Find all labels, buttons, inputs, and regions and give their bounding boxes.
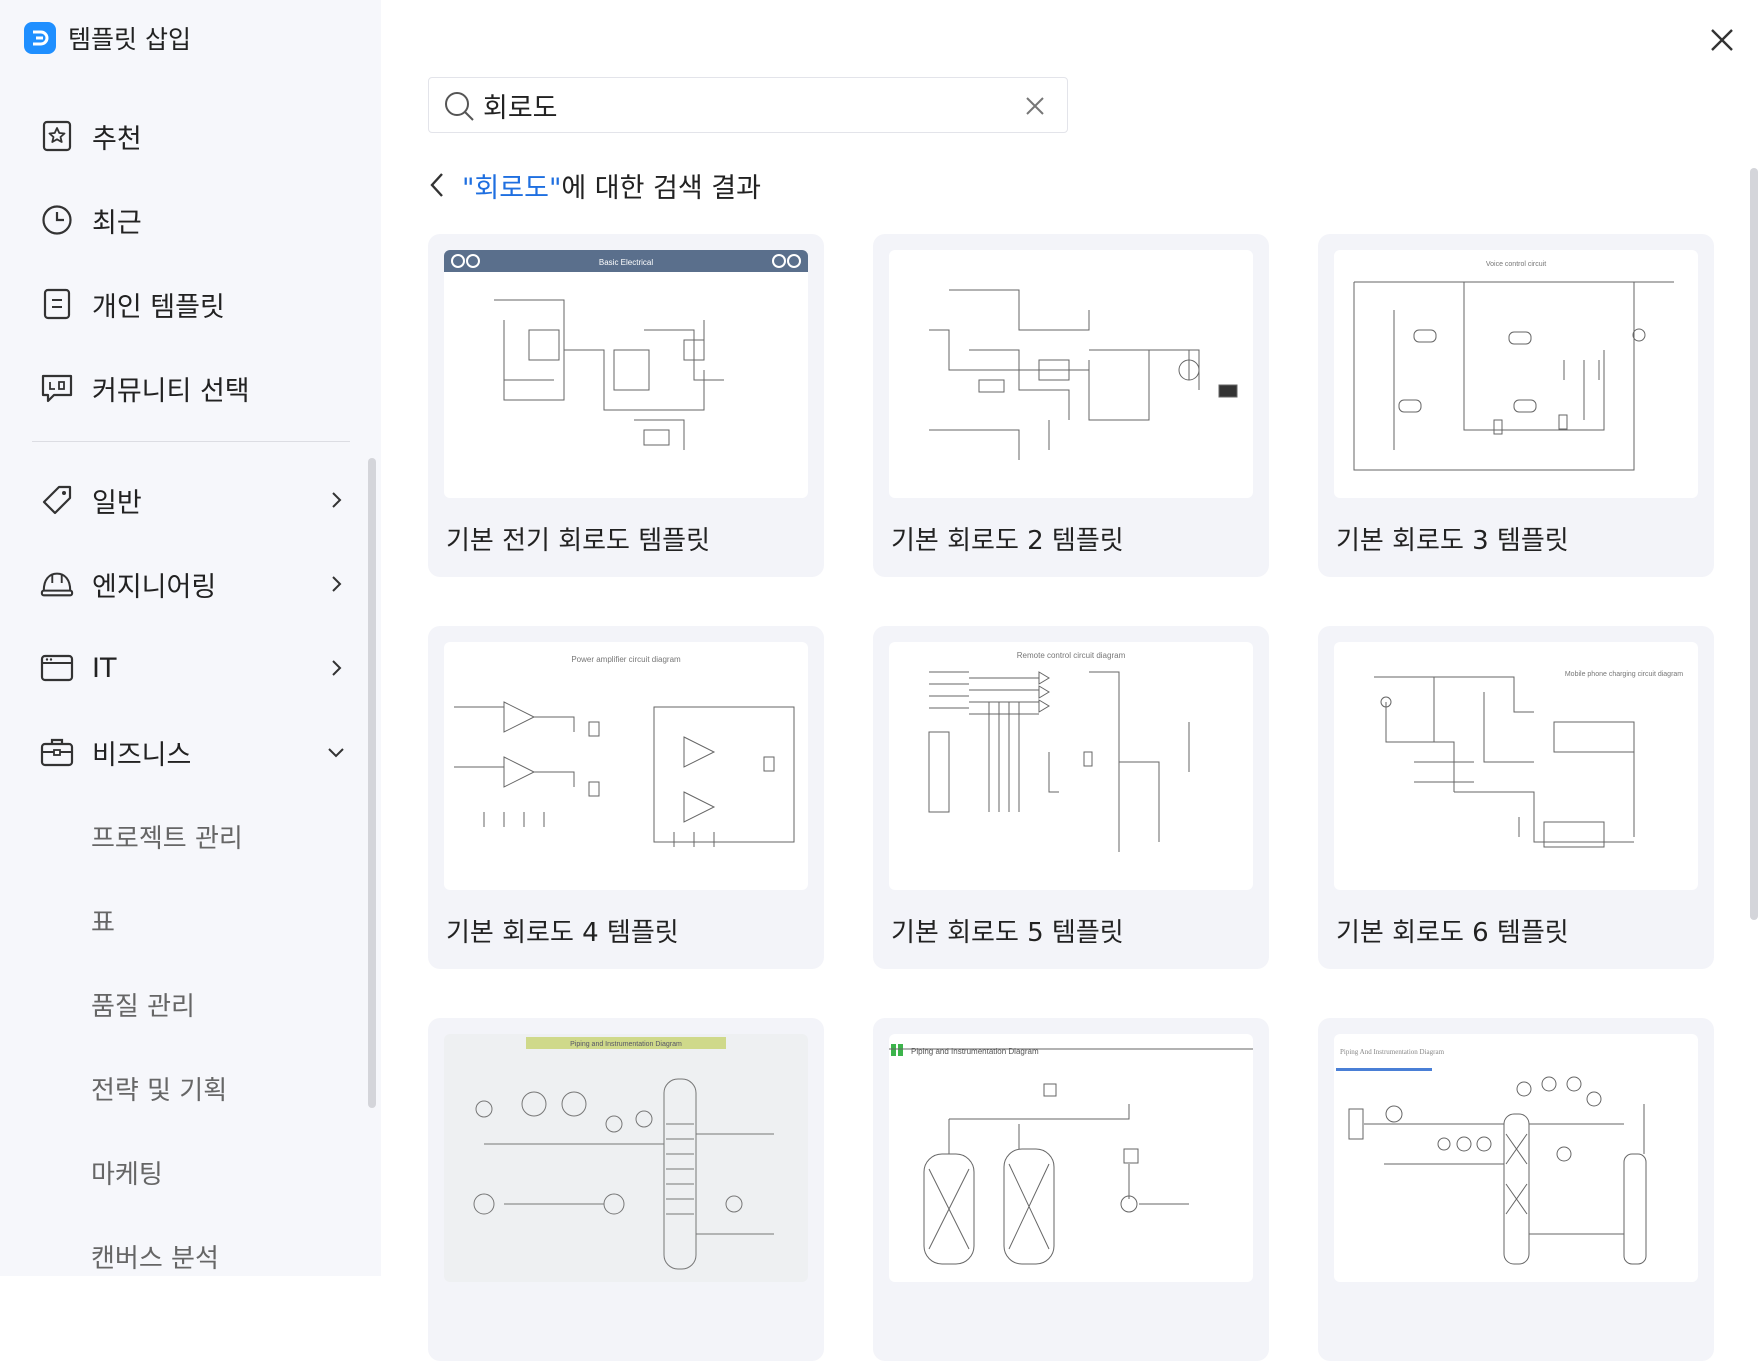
- app-title: 템플릿 삽입: [68, 25, 191, 54]
- subcategory-canvas-analysis[interactable]: 캔버스 분석: [91, 1231, 219, 1281]
- nav-item-personal-templates[interactable]: 개인 템플릿: [40, 276, 350, 332]
- nav-item-community[interactable]: 커뮤니티 선택: [40, 360, 350, 416]
- template-card[interactable]: Mobile phone charging circuit diagram 기본…: [1318, 626, 1714, 969]
- template-thumbnail: Remote control circuit diagram: [889, 642, 1253, 890]
- sidebar-divider: [32, 441, 350, 442]
- search-result-heading: "회로도" 에 대한 검색 결과: [428, 164, 761, 206]
- app-logo-icon: [24, 22, 56, 54]
- template-thumbnail: Piping and Instrumentation Diagram: [889, 1034, 1253, 1282]
- template-thumbnail: Piping and Instrumentation Diagram: [444, 1034, 808, 1282]
- subcategory-table[interactable]: 표: [91, 895, 115, 945]
- thumbnail-title: Piping And Instrumentation Diagram: [1340, 1048, 1445, 1056]
- template-card[interactable]: Remote control circuit diagram 기본 회로도 5 …: [873, 626, 1269, 969]
- template-card[interactable]: Piping and Instrumentation Diagram: [873, 1018, 1269, 1361]
- sidebar: 템플릿 삽입 추천 최근 개인 템플릿 커뮤니티 선택 일반 엔지니어링 IT …: [0, 0, 381, 1276]
- results-scrollbar[interactable]: [1750, 168, 1758, 920]
- template-title: 기본 회로도 4 템플릿: [446, 918, 679, 948]
- template-thumbnail: Piping And Instrumentation Diagram: [1334, 1034, 1698, 1282]
- hard-hat-icon: [40, 567, 74, 601]
- clear-search-button[interactable]: [1019, 90, 1051, 122]
- category-label: IT: [92, 652, 117, 684]
- close-icon: [1711, 29, 1733, 51]
- template-title: 기본 전기 회로도 템플릿: [446, 526, 710, 556]
- template-thumbnail: [889, 250, 1253, 498]
- subcategory-marketing[interactable]: 마케팅: [91, 1147, 163, 1197]
- thumbnail-title: Remote control circuit diagram: [1017, 651, 1126, 660]
- chat-bubble-icon: [40, 371, 74, 405]
- close-icon: [1026, 97, 1044, 115]
- search-input[interactable]: [483, 86, 933, 124]
- subcategory-project-management[interactable]: 프로젝트 관리: [91, 811, 243, 861]
- chevron-left-icon: [430, 173, 443, 197]
- close-button[interactable]: [1702, 20, 1742, 60]
- briefcase-icon: [40, 735, 74, 769]
- category-it[interactable]: IT: [40, 640, 350, 696]
- template-card[interactable]: Power amplifier circuit diagram 기본 회로도 4…: [428, 626, 824, 969]
- template-thumbnail: Mobile phone charging circuit diagram: [1334, 642, 1698, 890]
- star-document-icon: [40, 119, 74, 153]
- nav-label: 추천: [92, 123, 142, 155]
- nav-label: 커뮤니티 선택: [92, 375, 250, 407]
- thumbnail-title: Voice control circuit: [1486, 261, 1546, 268]
- clock-icon: [40, 203, 74, 237]
- template-title: 기본 회로도 2 템플릿: [891, 526, 1124, 556]
- search-result-suffix: 에 대한 검색 결과: [561, 172, 761, 204]
- sidebar-scrollbar[interactable]: [368, 458, 376, 1108]
- template-thumbnail: Voice control circuit: [1334, 250, 1698, 498]
- category-engineering[interactable]: 엔지니어링: [40, 556, 350, 612]
- search-icon: [445, 92, 474, 121]
- category-label: 비즈니스: [92, 739, 192, 771]
- tag-icon: [40, 483, 74, 517]
- template-card[interactable]: Piping And Instrumentation Diagram: [1318, 1018, 1714, 1361]
- nav-label: 최근: [92, 207, 142, 239]
- template-card[interactable]: Voice control circuit 기본 회로도 3 템플릿: [1318, 234, 1714, 577]
- thumbnail-title: Piping and Instrumentation Diagram: [911, 1047, 1039, 1056]
- thumbnail-title: Basic Electrical: [599, 258, 653, 267]
- subcategory-quality-management[interactable]: 품질 관리: [91, 979, 195, 1029]
- template-card[interactable]: Piping and Instrumentation Diagram: [428, 1018, 824, 1361]
- category-label: 일반: [92, 487, 142, 519]
- chevron-down-icon: [322, 738, 350, 766]
- category-label: 엔지니어링: [92, 571, 217, 603]
- category-business[interactable]: 비즈니스: [40, 724, 350, 780]
- thumbnail-title: Power amplifier circuit diagram: [571, 655, 681, 664]
- template-card[interactable]: Basic Electrical 기본 전기 회로도 템플릿: [428, 234, 824, 577]
- search-query-text: "회로도": [462, 172, 562, 204]
- template-title: 기본 회로도 3 템플릿: [1336, 526, 1569, 556]
- template-title: 기본 회로도 6 템플릿: [1336, 918, 1569, 948]
- template-title: 기본 회로도 5 템플릿: [891, 918, 1124, 948]
- template-thumbnail: Basic Electrical: [444, 250, 808, 498]
- nav-item-recent[interactable]: 최근: [40, 192, 350, 248]
- nav-label: 개인 템플릿: [92, 291, 225, 323]
- app-header: 템플릿 삽입: [24, 20, 191, 56]
- search-box: [428, 77, 1068, 133]
- chevron-right-icon: [322, 654, 350, 682]
- back-button[interactable]: [428, 168, 454, 202]
- template-thumbnail: Power amplifier circuit diagram: [444, 642, 808, 890]
- document-icon: [40, 287, 74, 321]
- chevron-right-icon: [322, 570, 350, 598]
- category-general[interactable]: 일반: [40, 472, 350, 528]
- thumbnail-title: Mobile phone charging circuit diagram: [1565, 671, 1683, 678]
- subcategory-strategy-planning[interactable]: 전략 및 기획: [91, 1063, 227, 1113]
- template-card[interactable]: 기본 회로도 2 템플릿: [873, 234, 1269, 577]
- nav-item-recommended[interactable]: 추천: [40, 108, 350, 164]
- chevron-right-icon: [322, 486, 350, 514]
- thumbnail-title: Piping and Instrumentation Diagram: [570, 1041, 682, 1048]
- browser-window-icon: [40, 651, 74, 685]
